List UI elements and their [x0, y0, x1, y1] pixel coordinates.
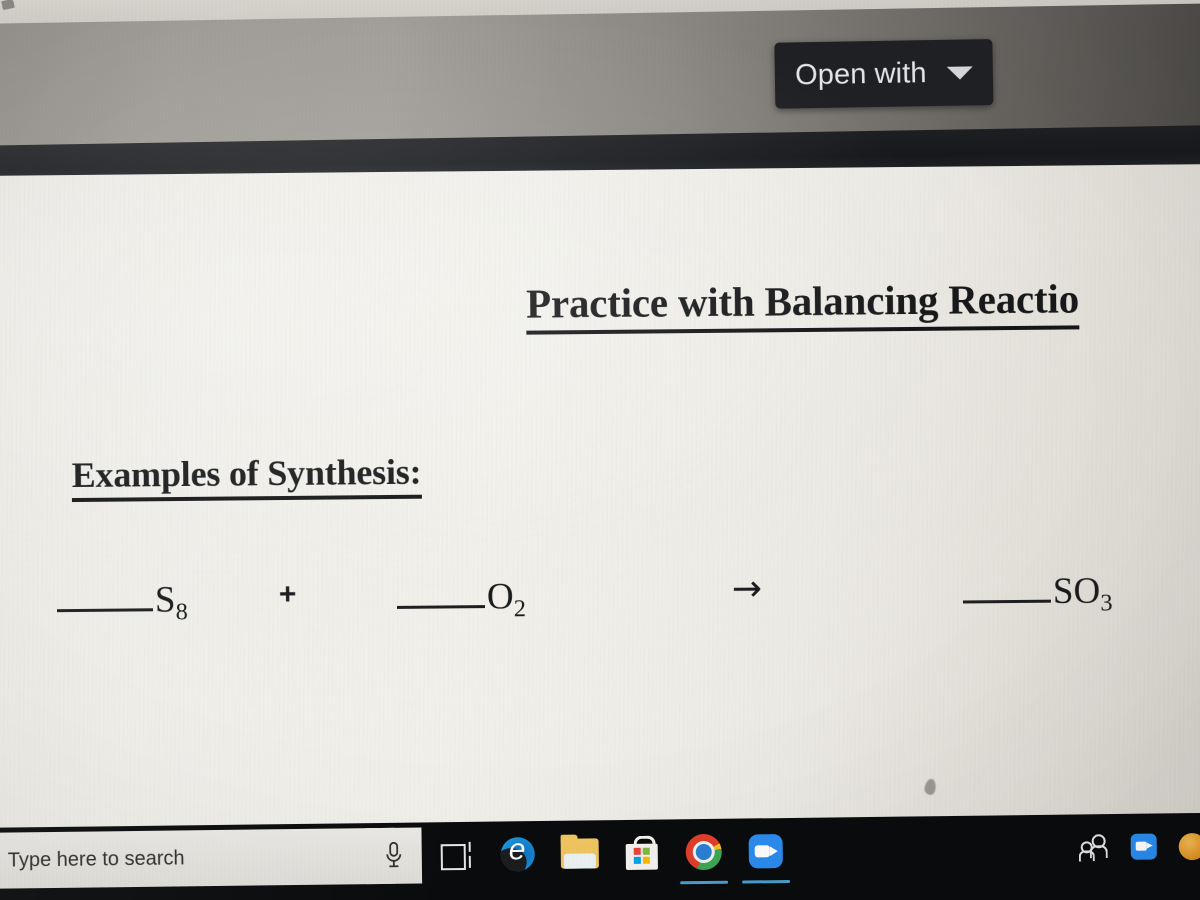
taskbar-item-task-view[interactable]	[424, 826, 487, 885]
subscript-reactant-2: 2	[513, 595, 527, 623]
equation-reactant-2: O2	[396, 575, 526, 623]
equation-product: SO3	[962, 569, 1113, 617]
formula-reactant-2: O	[486, 576, 514, 618]
system-tray	[1078, 817, 1200, 877]
formula-reactant-1: S	[154, 579, 176, 621]
section-heading: Examples of Synthesis:	[72, 452, 422, 503]
chevron-down-icon	[946, 65, 973, 80]
taskbar-app-list	[424, 822, 797, 885]
taskbar-item-microsoft-store[interactable]	[610, 823, 673, 882]
search-placeholder-label: Type here to search	[7, 846, 185, 872]
subscript-reactant-1: 8	[175, 598, 188, 626]
document-title: Practice with Balancing Reactio	[526, 275, 1080, 335]
equation-reactant-1: S8	[56, 578, 188, 626]
formula-product: SO	[1052, 570, 1101, 612]
taskbar-item-zoom[interactable]	[734, 822, 797, 881]
coefficient-blank-reactant-2[interactable]	[396, 575, 486, 610]
windows-taskbar: Type here to search	[0, 812, 1200, 900]
chemical-equation: S8 + O2 → SO3	[56, 563, 1138, 633]
coefficient-blank-product[interactable]	[962, 569, 1051, 604]
subscript-product: 3	[1100, 589, 1113, 617]
taskbar-item-google-chrome[interactable]	[672, 823, 735, 882]
taskbar-item-file-explorer[interactable]	[548, 824, 611, 883]
plus-operator: +	[278, 577, 297, 612]
store-bag-icon	[625, 835, 658, 870]
folder-icon	[560, 834, 599, 869]
coefficient-blank-reactant-1[interactable]	[56, 578, 154, 613]
yields-arrow-icon: →	[731, 568, 763, 610]
open-with-button[interactable]: Open with	[774, 39, 994, 109]
document-page[interactable]: Practice with Balancing Reactio Examples…	[0, 163, 1200, 836]
microphone-icon[interactable]	[365, 827, 423, 885]
chrome-icon	[685, 833, 722, 871]
amber-circle-icon[interactable]	[1178, 832, 1200, 860]
task-view-icon	[440, 841, 471, 871]
search-input[interactable]: Type here to search	[0, 827, 396, 889]
edge-icon	[500, 837, 535, 872]
open-with-label: Open with	[794, 56, 927, 91]
page-smudge-artifact	[923, 778, 937, 796]
monitor-photo-screen: Open with Practice with Balancing Reacti…	[0, 0, 1200, 900]
people-icon[interactable]	[1078, 834, 1109, 862]
zoom-tray-icon[interactable]	[1130, 833, 1157, 860]
zoom-camera-icon	[748, 834, 783, 869]
taskbar-item-microsoft-edge[interactable]	[486, 825, 549, 884]
